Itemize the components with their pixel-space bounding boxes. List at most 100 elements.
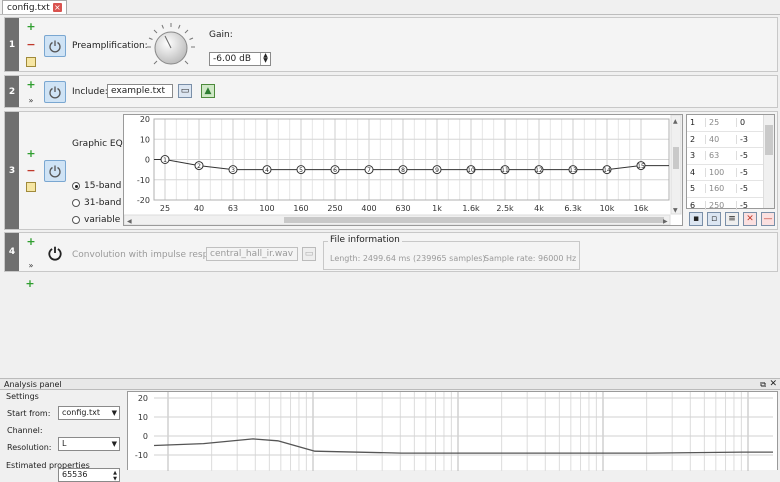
channel-select[interactable]: L ▼	[58, 437, 120, 451]
x-tick-label: 2.5k	[496, 204, 514, 213]
table-row[interactable]: 1 25 0	[687, 115, 774, 132]
eq-band-table[interactable]: 1 25 0 2 40 -3 3 63 -5 4 100 -5 5 160 -5 6 250 -5	[686, 114, 775, 210]
table-cell-idx: 5	[690, 184, 696, 194]
eq-band-point-label: 12	[535, 167, 543, 174]
filter-row-convolution: 4 + » Convolution with impulse response:…	[4, 232, 778, 272]
eq-band-point-label: 7	[367, 167, 371, 174]
add-icon[interactable]: +	[26, 79, 36, 90]
include-label: Include:	[72, 87, 108, 97]
x-tick-label: 16k	[634, 204, 649, 213]
scroll-down-icon: ▼	[673, 207, 678, 214]
table-row[interactable]: 6 250 -5	[687, 198, 774, 214]
add-icon[interactable]: +	[26, 236, 36, 247]
open-include-icon[interactable]: ▲	[201, 84, 215, 98]
table-row[interactable]: 3 63 -5	[687, 148, 774, 165]
save-icon[interactable]: ▪	[689, 212, 703, 226]
flat-icon[interactable]: ≡	[725, 212, 739, 226]
chevron-down-icon[interactable]: »	[26, 262, 36, 270]
row-number: 4	[5, 233, 19, 271]
start-from-label: Start from:	[7, 409, 51, 418]
impulse-file-field[interactable]: central_hall_ir.wav	[206, 247, 298, 261]
edit-icon[interactable]	[26, 57, 36, 67]
eq-band-rows: 1 25 0 2 40 -3 3 63 -5 4 100 -5 5 160 -5 6 250 -5	[687, 115, 774, 213]
import-icon[interactable]: ▫	[707, 212, 721, 226]
row-number: 2	[5, 76, 19, 107]
add-icon[interactable]: +	[26, 148, 36, 159]
float-icon[interactable]: ⧉	[760, 379, 766, 390]
table-scrollbar[interactable]	[763, 115, 774, 208]
table-row[interactable]: 5 160 -5	[687, 181, 774, 198]
analysis-chart[interactable]: 20 10 0 -10	[127, 391, 778, 471]
y-tick-label: 20	[140, 115, 150, 124]
close-icon[interactable]: ✕	[769, 379, 777, 390]
row-number: 3	[5, 112, 19, 229]
eq-band-point-label: 2	[197, 163, 201, 170]
power-toggle-button[interactable]	[44, 242, 66, 264]
analysis-settings: Settings Start from: config.txt ▼ Channel…	[0, 391, 126, 482]
power-toggle-button[interactable]	[44, 160, 66, 182]
settings-label: Settings	[6, 392, 39, 401]
remove-icon[interactable]: −	[26, 165, 36, 176]
table-cell-freq: 160	[705, 184, 736, 194]
y-tick-label: -20	[137, 196, 150, 205]
chevron-down-icon[interactable]: »	[26, 97, 36, 105]
tab-label: config.txt	[7, 2, 50, 13]
radio-15-band[interactable]: 15-band	[72, 181, 121, 191]
power-toggle-button[interactable]	[44, 35, 66, 57]
remove-icon[interactable]: −	[26, 39, 36, 50]
table-row[interactable]: 2 40 -3	[687, 132, 774, 148]
eq-band-point-label: 3	[231, 167, 235, 174]
x-tick-label: 250	[327, 204, 342, 213]
open-folder-icon[interactable]: ▭	[302, 247, 316, 261]
invert-icon[interactable]: ✕	[743, 212, 757, 226]
start-from-value: config.txt	[62, 408, 101, 417]
close-icon[interactable]: ×	[52, 3, 62, 12]
table-cell-freq: 25	[705, 118, 736, 128]
eq-band-point-label: 6	[333, 167, 337, 174]
eq-band-point-label: 13	[569, 167, 577, 174]
table-row[interactable]: 4 100 -5	[687, 165, 774, 181]
include-file-field[interactable]: example.txt	[107, 84, 173, 98]
sample-rate-text: Sample rate: 96000 Hz	[484, 254, 577, 263]
eq-band-point-label: 10	[467, 167, 475, 174]
add-icon[interactable]: +	[25, 278, 35, 289]
eq-toolbar: ▪ ▫ ≡ ✕ —	[689, 212, 775, 226]
resolution-spinbox[interactable]: 65536 ▲ ▼	[58, 468, 120, 482]
graphic-eq-chart[interactable]: 20 10 0 -10 -20 25 40 63 100 160 250 400 630 1k 1.6k 2.…	[123, 114, 683, 226]
file-info-title: File information	[328, 235, 402, 245]
add-icon[interactable]: +	[26, 21, 36, 32]
table-cell-freq: 100	[705, 167, 736, 177]
tab-config[interactable]: config.txt ×	[2, 0, 67, 14]
gain-knob[interactable]	[145, 21, 197, 73]
graphic-eq-svg[interactable]: 20100-10-2025 40 63 100 160 250 400 630 1k 1.6k 2.…	[123, 114, 682, 226]
eq-band-point-label: 11	[501, 167, 509, 174]
analysis-panel-title: Analysis panel	[4, 380, 62, 389]
power-icon	[49, 40, 61, 53]
spin-arrows-icon[interactable]: ▲ ▼	[260, 53, 270, 65]
x-tick-label: 63	[228, 204, 238, 213]
table-cell-idx: 2	[690, 134, 696, 144]
table-cell-idx: 6	[690, 200, 696, 210]
power-icon	[49, 165, 61, 178]
x-tick-label: 400	[361, 204, 376, 213]
analysis-svg[interactable]: 20 10 0 -10	[128, 392, 777, 471]
eq-band-point-label: 9	[435, 167, 439, 174]
clear-icon[interactable]: —	[761, 212, 775, 226]
eq-band-point-label: 15	[637, 163, 645, 170]
gain-spinbox[interactable]: -6.00 dB ▲ ▼	[209, 52, 271, 66]
open-folder-icon[interactable]: ▭	[178, 84, 192, 98]
table-cell-freq: 250	[705, 200, 736, 210]
channel-value: L	[62, 439, 67, 448]
power-toggle-button[interactable]	[44, 81, 66, 103]
table-cell-freq: 63	[705, 151, 736, 161]
radio-31-band[interactable]: 31-band	[72, 198, 121, 208]
scroll-right-icon: ▶	[663, 218, 668, 225]
radio-variable[interactable]: variable	[72, 215, 120, 225]
start-from-select[interactable]: config.txt ▼	[58, 406, 120, 420]
eq-band-point-label: 14	[603, 167, 611, 174]
radio-label: 31-band	[84, 198, 122, 208]
table-cell-idx: 3	[690, 151, 696, 161]
response-line	[153, 438, 773, 454]
edit-icon[interactable]	[26, 182, 36, 192]
x-tick-label: 630	[395, 204, 410, 213]
